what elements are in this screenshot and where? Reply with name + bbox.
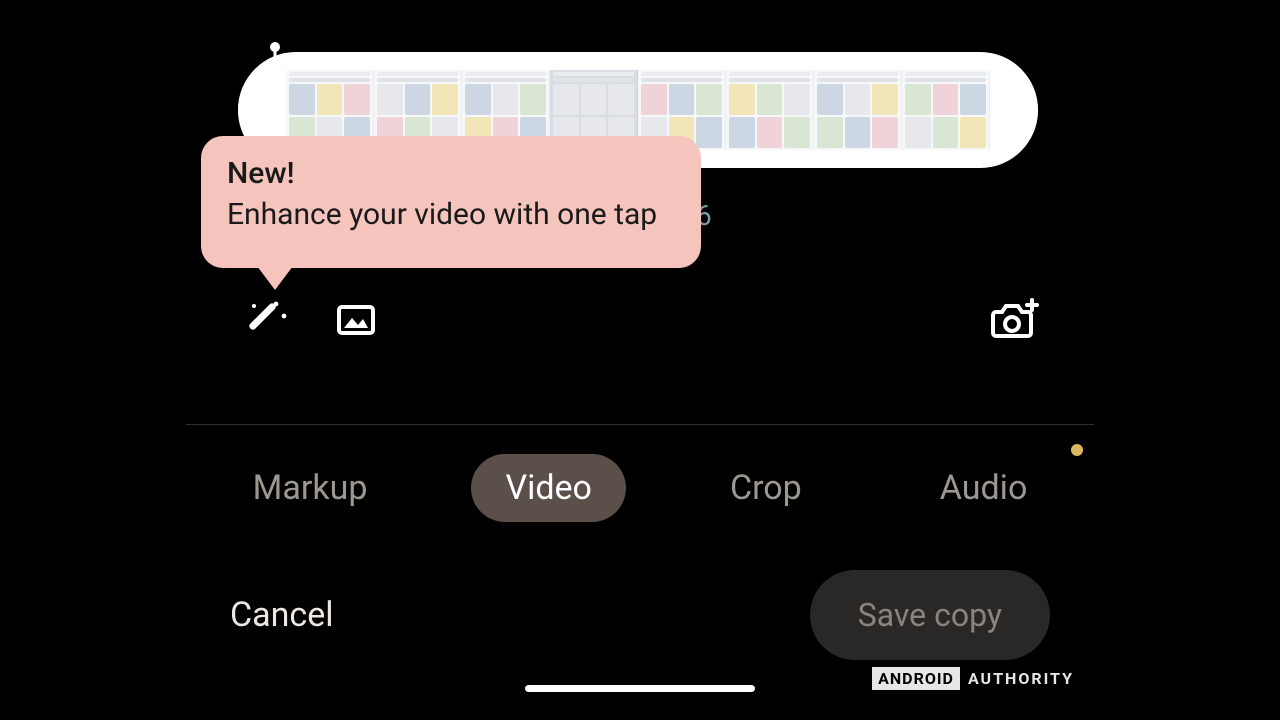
camera-plus-icon xyxy=(988,294,1040,346)
editor-tabs: Markup Video Crop Audio xyxy=(186,448,1094,528)
badge-dot-icon xyxy=(1071,444,1083,456)
export-frame-button[interactable] xyxy=(984,290,1044,350)
tab-audio[interactable]: Audio xyxy=(906,454,1062,522)
enhance-button[interactable] xyxy=(236,290,296,350)
cancel-button[interactable]: Cancel xyxy=(230,595,334,635)
tab-label: Markup xyxy=(253,468,368,508)
tab-label: Audio xyxy=(940,468,1028,508)
tab-label: Crop xyxy=(730,468,802,508)
timeline-frame[interactable] xyxy=(814,70,902,150)
section-divider xyxy=(186,424,1094,425)
save-copy-button[interactable]: Save copy xyxy=(810,570,1050,660)
watermark-box: ANDROID xyxy=(872,667,960,690)
home-indicator[interactable] xyxy=(525,685,755,692)
timeline-frame[interactable] xyxy=(726,70,814,150)
frame-photo-icon xyxy=(332,296,380,344)
feature-tooltip[interactable]: New! Enhance your video with one tap xyxy=(201,136,701,268)
tooltip-tail-icon xyxy=(257,266,293,290)
timeline-frame[interactable] xyxy=(902,70,990,150)
tooltip-body: Enhance your video with one tap xyxy=(227,197,675,232)
tooltip-title: New! xyxy=(227,156,675,191)
action-bar: Cancel Save copy xyxy=(186,565,1094,665)
tool-row xyxy=(236,290,1044,350)
tab-crop[interactable]: Crop xyxy=(696,454,836,522)
frame-button[interactable] xyxy=(326,290,386,350)
tab-video[interactable]: Video xyxy=(471,454,626,522)
editor-stage: 6 New! Enhance your video with one tap xyxy=(186,0,1094,720)
tab-label: Video xyxy=(505,468,592,508)
magic-wand-icon xyxy=(242,296,290,344)
timeline-cap-right xyxy=(990,52,1038,168)
tab-markup[interactable]: Markup xyxy=(219,454,402,522)
watermark: ANDROID AUTHORITY xyxy=(872,667,1074,690)
watermark-text: AUTHORITY xyxy=(968,669,1074,688)
